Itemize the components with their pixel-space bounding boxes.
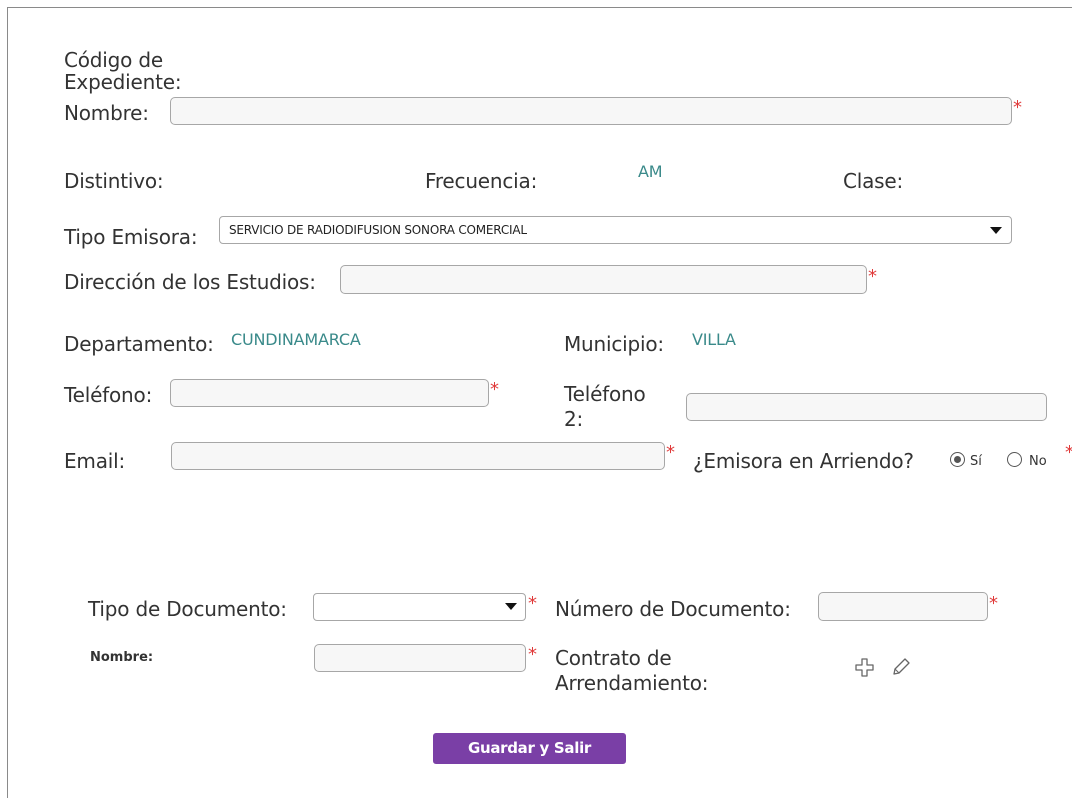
tipo-documento-select[interactable] — [313, 593, 526, 621]
numero-documento-input[interactable] — [818, 592, 988, 621]
clase-label: Clase: — [843, 169, 904, 193]
tipo-emisora-label: Tipo Emisora: — [64, 225, 198, 249]
telefono2-label: Teléfono 2: — [564, 382, 646, 431]
numero-documento-required-mark: * — [989, 593, 998, 614]
tipo-documento-label: Tipo de Documento: — [88, 597, 287, 621]
numero-documento-label: Número de Documento: — [555, 597, 791, 621]
nombre-label: Nombre: — [64, 101, 149, 125]
email-required-mark: * — [666, 442, 675, 463]
contrato-arrendamiento-label: Contrato de Arrendamiento: — [555, 646, 709, 695]
codigo-expediente-label: Código de Expediente: — [64, 48, 182, 94]
tipo-documento-required-mark: * — [528, 593, 537, 614]
emisora-arriendo-label: ¿Emisora en Arriendo? — [693, 449, 914, 473]
arriendo-no-radio[interactable] — [1007, 452, 1022, 467]
tipo-emisora-selected-value: SERVICIO DE RADIODIFUSION SONORA COMERCI… — [229, 223, 527, 237]
direccion-estudios-label: Dirección de los Estudios: — [64, 270, 316, 294]
chevron-down-icon — [505, 603, 517, 610]
departamento-value: CUNDINAMARCA — [231, 330, 361, 349]
guardar-y-salir-button[interactable]: Guardar y Salir — [433, 733, 626, 764]
nombre-required-mark: * — [1013, 97, 1022, 118]
telefono-input[interactable] — [170, 379, 489, 407]
telefono-label: Teléfono: — [64, 383, 153, 407]
edit-icon[interactable] — [890, 656, 912, 678]
arrendatario-nombre-label: Nombre: — [90, 650, 154, 665]
telefono-required-mark: * — [490, 379, 499, 400]
tipo-emisora-select[interactable]: SERVICIO DE RADIODIFUSION SONORA COMERCI… — [219, 216, 1012, 244]
email-input[interactable] — [171, 442, 665, 470]
email-label: Email: — [64, 449, 126, 473]
arriendo-si-radio[interactable] — [950, 452, 965, 467]
arrendatario-nombre-required-mark: * — [528, 644, 537, 665]
arriendo-si-label: Sí — [970, 454, 982, 469]
direccion-required-mark: * — [868, 266, 877, 287]
chevron-down-icon — [990, 227, 1002, 234]
arriendo-required-mark: * — [1065, 444, 1072, 462]
distintivo-label: Distintivo: — [64, 169, 164, 193]
municipio-label: Municipio: — [564, 332, 664, 356]
direccion-estudios-input[interactable] — [340, 265, 867, 294]
telefono2-input[interactable] — [686, 393, 1047, 421]
municipio-value: VILLA — [692, 330, 736, 349]
add-icon[interactable] — [854, 657, 876, 679]
arrendatario-nombre-input[interactable] — [314, 644, 526, 672]
departamento-label: Departamento: — [64, 332, 214, 356]
frecuencia-label: Frecuencia: — [425, 169, 538, 193]
frecuencia-value: AM — [638, 162, 663, 181]
arriendo-no-label: No — [1029, 454, 1047, 469]
nombre-input[interactable] — [170, 97, 1012, 125]
